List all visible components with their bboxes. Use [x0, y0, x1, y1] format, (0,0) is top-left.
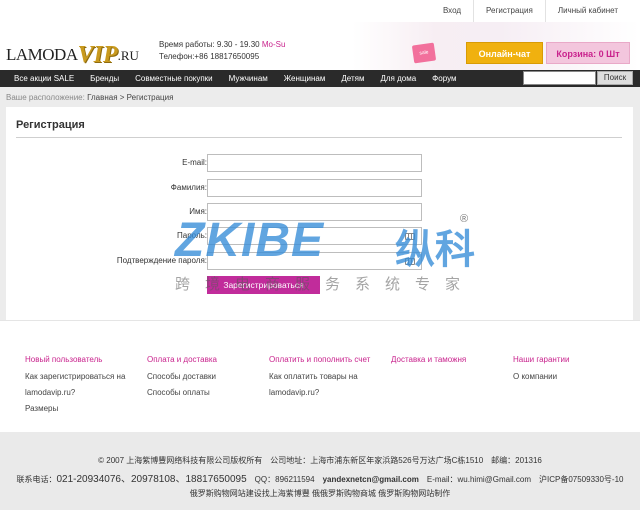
breadcrumb-label: Ваше расположение: [6, 93, 88, 102]
cart-button[interactable]: Корзина: 0 Шт [546, 42, 630, 64]
qq-label: QQ： [246, 475, 276, 484]
password-row: Пароль: [6, 227, 633, 245]
logo-domain: .RU [117, 48, 139, 63]
copyright-line: © 2007 上海紫博豐网络科技有限公司版权所有 公司地址：上海市浦东新区年家浜… [98, 456, 542, 465]
firstname-label: Имя: [189, 207, 207, 216]
contact-email-2[interactable]: wu.himi@Gmail.com [458, 475, 531, 484]
contact-line: 联系电话：021-20934076、20978108、18817650095 Q… [0, 470, 640, 485]
nav-item-sale[interactable]: Все акции SALE [6, 70, 82, 87]
main-nav: Все акции SALE Бренды Совместные покупки… [0, 70, 640, 87]
footer-heading: Доставка и таможня [391, 355, 467, 364]
footer-link[interactable]: Как оплатить товары на lamodavip.ru? [269, 369, 379, 401]
nav-item-brands[interactable]: Бренды [82, 70, 127, 87]
register-link[interactable]: Регистрация [473, 0, 545, 22]
breadcrumb-separator: > [117, 93, 127, 102]
email-field[interactable] [207, 154, 422, 172]
work-hours: Время работы: 9.30 - 19.30 Mo-Su Телефон… [159, 39, 285, 63]
search-button[interactable]: Поиск [597, 71, 633, 85]
qq-number: 896211594 [275, 475, 323, 484]
keyboard-icon[interactable] [405, 258, 415, 265]
site-logo[interactable]: LAMODAVIP.RU [6, 40, 139, 68]
contact-email-1[interactable]: yandexnetcn@gmail.com [323, 475, 419, 484]
password-field[interactable] [207, 227, 422, 245]
breadcrumb-current: Регистрация [126, 93, 174, 102]
logo-vip: VIP [77, 42, 118, 68]
breadcrumb: Ваше расположение: Главная > Регистрация [6, 93, 173, 102]
footer-link[interactable]: Способы доставки [147, 369, 267, 385]
nav-item-women[interactable]: Женщинам [276, 70, 334, 87]
icp-number: 沪ICP备07509330号-10 [531, 475, 624, 484]
title-divider [16, 137, 622, 138]
login-link[interactable]: Вход [431, 0, 473, 22]
footer-heading: Оплата и доставка [147, 355, 217, 364]
footer-link[interactable]: Как зарегистрироваться на lamodavip.ru? [25, 369, 130, 401]
footer-col-new-user: Новый пользователь Как зарегистрироватьс… [25, 355, 130, 417]
credits-line: 俄罗斯购物网站建设找上海紫博豐 俄俄罗斯购物商城 俄罗斯购物网站制作 [189, 489, 451, 498]
footer-col-pay-account: Оплатить и пополнить счет Как оплатить т… [269, 355, 379, 401]
confirm-password-field[interactable] [207, 252, 422, 270]
cabinet-link[interactable]: Личный кабинет [544, 0, 630, 22]
lastname-label: Фамилия: [170, 183, 207, 192]
nav-item-men[interactable]: Мужчинам [221, 70, 276, 87]
footer-col-payment: Оплата и доставка Способы доставки Спосо… [147, 355, 267, 401]
site-header: LAMODAVIP.RU Время работы: 9.30 - 19.30 … [0, 22, 640, 70]
sale-bag-icon: sale [411, 42, 437, 64]
register-button[interactable]: Зарегистрироваться [207, 276, 320, 294]
firstname-field[interactable] [207, 203, 422, 221]
email-row: E-mail: [6, 154, 633, 172]
email-label: E-mail: [182, 158, 207, 167]
lastname-row: Фамилия: [6, 179, 633, 197]
contact-phones: 021-20934076、20978108、18817650095 [56, 474, 247, 485]
page-title: Регистрация [16, 119, 85, 131]
nav-item-forum[interactable]: Форум [424, 70, 464, 87]
lastname-field[interactable] [207, 179, 422, 197]
top-bar: Вход Регистрация Личный кабинет [0, 0, 640, 22]
footer-col-guarantees: Наши гарантии О компании [513, 355, 633, 385]
confirm-password-row: Подтверждение пароля: [6, 252, 633, 270]
phone-text: Телефон:+86 18817650095 [159, 52, 260, 61]
contact-label: 联系电话： [16, 475, 57, 484]
firstname-row: Имя: [6, 203, 633, 221]
online-chat-button[interactable]: Онлайн-чат [466, 42, 543, 64]
footer-heading: Оплатить и пополнить счет [269, 355, 371, 364]
hours-days: Mo-Su [261, 40, 286, 49]
footer-link[interactable]: Размеры [25, 401, 130, 417]
nav-item-home[interactable]: Для дома [372, 70, 424, 87]
nav-item-kids[interactable]: Детям [333, 70, 372, 87]
footer-col-delivery: Доставка и таможня [391, 355, 511, 369]
registration-panel: Регистрация E-mail: Фамилия: Имя: Пароль… [6, 107, 633, 320]
footer-links: Новый пользователь Как зарегистрироватьс… [0, 320, 640, 432]
keyboard-icon[interactable] [405, 233, 415, 240]
logo-text: LAMODA [6, 45, 78, 64]
password-label: Пароль: [177, 231, 207, 240]
email-label: E-mail： [418, 475, 458, 484]
footer-link[interactable]: Способы оплаты [147, 385, 267, 401]
footer-link[interactable]: О компании [513, 369, 633, 385]
footer-heading: Наши гарантии [513, 355, 570, 364]
account-links: Вход Регистрация Личный кабинет [431, 0, 630, 22]
search-input[interactable] [523, 71, 596, 85]
breadcrumb-home-link[interactable]: Главная [87, 93, 117, 102]
footer-heading: Новый пользователь [25, 355, 103, 364]
nav-item-group-buy[interactable]: Совместные покупки [127, 70, 221, 87]
confirm-password-label: Подтверждение пароля: [116, 256, 207, 265]
hours-text: Время работы: 9.30 - 19.30 [159, 40, 262, 49]
copyright-block: © 2007 上海紫博豐网络科技有限公司版权所有 公司地址：上海市浦东新区年家浜… [0, 432, 640, 510]
